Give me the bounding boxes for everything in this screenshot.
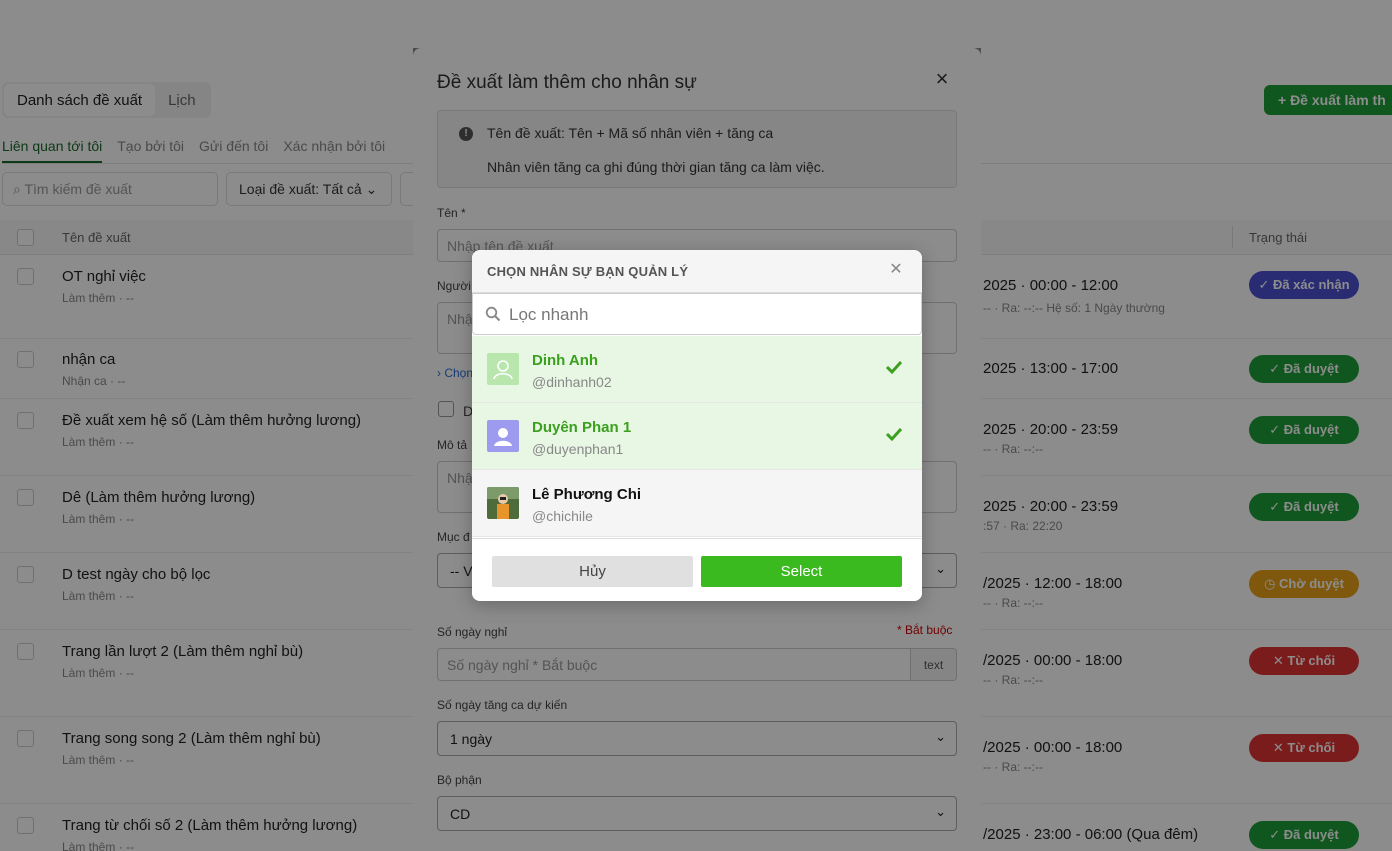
staff-handle: @duyenphan1 bbox=[532, 441, 624, 457]
cancel-button[interactable]: Hủy bbox=[492, 556, 693, 587]
picker-footer: Hủy Select bbox=[472, 538, 922, 601]
staff-handle: @dinhanh02 bbox=[532, 374, 612, 390]
user-avatar-icon bbox=[487, 420, 519, 452]
staff-handle: @chichile bbox=[532, 508, 593, 524]
staff-name: Duyên Phan 1 bbox=[532, 419, 632, 436]
search-icon bbox=[485, 306, 501, 322]
check-icon bbox=[885, 360, 903, 375]
user-avatar-icon bbox=[487, 353, 519, 385]
quick-filter-input[interactable]: Lọc nhanh bbox=[472, 293, 922, 335]
staff-item[interactable]: Lê Phương Chi @chichile bbox=[472, 470, 922, 537]
picker-header: CHỌN NHÂN SỰ BẠN QUẢN LÝ ✕ bbox=[472, 250, 922, 293]
staff-item[interactable]: Dinh Anh @dinhanh02 bbox=[472, 336, 922, 403]
staff-item[interactable]: Duyên Phan 1 @duyenphan1 bbox=[472, 403, 922, 470]
picker-title: CHỌN NHÂN SỰ BẠN QUẢN LÝ bbox=[487, 264, 689, 279]
user-avatar-icon bbox=[487, 487, 519, 519]
select-button[interactable]: Select bbox=[701, 556, 902, 587]
staff-name: Dinh Anh bbox=[532, 352, 599, 369]
close-icon[interactable]: ✕ bbox=[886, 260, 906, 280]
quick-filter-placeholder: Lọc nhanh bbox=[509, 305, 589, 324]
staff-name: Lê Phương Chi bbox=[532, 486, 642, 503]
check-icon bbox=[885, 427, 903, 442]
staff-picker-dialog: CHỌN NHÂN SỰ BẠN QUẢN LÝ ✕ Lọc nhanh Din… bbox=[472, 250, 922, 601]
